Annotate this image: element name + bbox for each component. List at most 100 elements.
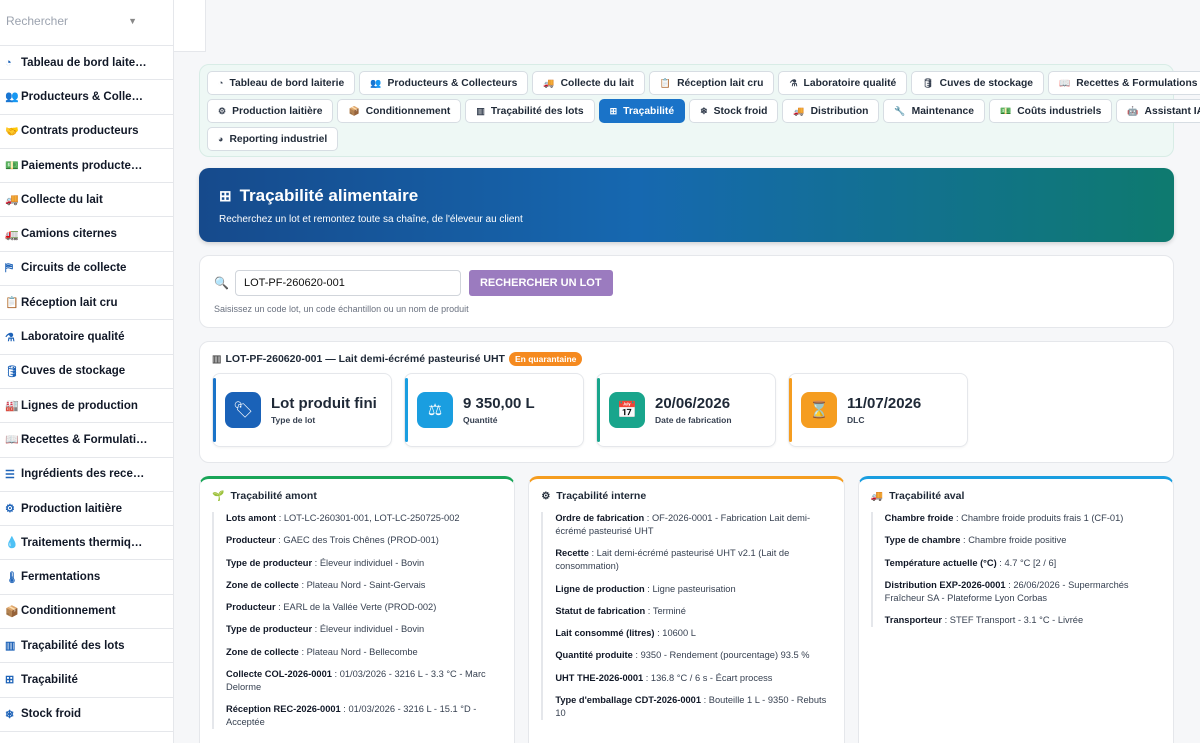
sidebar-item[interactable]: 📦 Conditionnement [0,595,173,630]
sidebar-item[interactable]: ▥ Traçabilité des lots [0,629,173,664]
trace-key: Type de producteur [226,557,313,568]
tab[interactable]: 🚚 Distribution [782,99,880,123]
tab-label: Traçabilité [623,105,675,117]
main-content: ◔ Tableau de bord laiterie 👥 Producteurs & … [199,64,1200,463]
tab[interactable]: ❄ Stock froid [689,99,779,123]
sidebar-item[interactable]: ◔ Tableau de bord laite… [0,46,173,81]
tab[interactable]: 👥 Producteurs & Collecteurs [359,71,529,95]
trace-key: Ordre de fabrication [555,513,645,523]
sidebar-item[interactable]: 🌡 Fermentations [0,560,173,595]
balance-icon: ⚖ [417,392,453,428]
sidebar-item[interactable]: 🛢 Cuves de stockage [0,355,173,389]
truck-tank-icon: 🚛 [5,228,19,241]
money-icon: 💵 [5,160,19,173]
kpi-label: Date de fabrication [655,414,732,425]
tab[interactable]: 🛢 Cuves de stockage [911,71,1044,95]
sidebar: Rechercher ▼ ◔ Tableau de bord laite… 👥 Pro… [0,0,174,743]
tab[interactable]: ◕ Reporting industriel [207,127,339,151]
tab[interactable]: 🤖 Assistant IA [1116,99,1200,123]
sidebar-search-select[interactable]: Rechercher ▼ [6,14,167,28]
status-badge: En quarantaine [508,352,583,366]
trace-key: Lait consommé (litres) [555,628,655,639]
trace-value: Chambre froide positive [968,535,1067,546]
tab[interactable]: 🚚 Collecte du lait [532,71,645,95]
sidebar-item[interactable]: 👥 Producteurs & Colle… [0,80,173,115]
truck-loading-icon: 🚚 [793,105,805,116]
trace-value: LOT-LC-260301-001, LOT-LC-250725-002 [283,513,460,523]
wrench-icon: 🔧 [894,105,906,116]
lot-kpis: 🏷 Lot produit fini Type de lot ⚖ 9 350,00 L Q… [212,373,1161,447]
trace-value: GAEC des Trois Chênes (PROD-001) [283,535,439,546]
sidebar-item[interactable]: ⛿ Circuits de collecte [0,252,173,287]
sidebar-item[interactable]: 📖 Recettes & Formulati… [0,423,173,458]
sidebar-item-label: Réception lait cru [21,296,118,309]
tab[interactable]: 📖 Recettes & Formulations [1047,71,1200,95]
cogs-icon: ⚙ [5,503,15,515]
tab-label: Réception lait cru [677,77,764,89]
tab-label: Distribution [810,105,869,117]
tab-label: Cuves de stockage [939,77,1033,89]
kpi-label: Quantité [463,414,498,425]
flask-icon: ⚗ [789,77,798,88]
tab[interactable]: ◔ Tableau de bord laiterie [207,71,356,95]
internal-title: Traçabilité interne [556,490,647,502]
kpi-label: Type de lot [271,414,316,425]
trace-key: Recette [555,548,589,559]
sidebar-item-label: Collecte du lait [21,193,103,206]
sidebar-item[interactable]: ⊞ Traçabilité [0,663,173,698]
sidebar-item-label: Tableau de bord laite… [21,56,147,69]
trace-row: Type de producteur : Éleveur individuel … [226,624,425,635]
tab[interactable]: ▥ Traçabilité des lots [465,99,595,123]
sidebar-item[interactable]: 💵 Paiements producte… [0,149,173,184]
tab[interactable]: 📋 Réception lait cru [648,71,775,95]
flask-icon: ⚗ [5,331,15,344]
sidebar-item[interactable]: 🚛 Camions citernes [0,217,173,252]
trace-row: Lots amont : LOT-LC-260301-001, LOT-LC-2… [226,513,460,523]
tab[interactable]: ⊞ Traçabilité [598,99,686,123]
tab[interactable]: 🔧 Maintenance [883,99,985,123]
sidebar-item[interactable]: 🚚 Collecte du lait [0,183,173,218]
tab[interactable]: 💵 Coûts industriels [989,99,1113,123]
truck-icon: 🚚 [543,77,555,88]
sidebar-item[interactable]: 🤝 Contrats producteurs [0,115,173,149]
trace-row: Type d'emballage CDT-2026-0001 : Bouteil… [555,695,827,719]
tab-label: Maintenance [911,105,974,117]
trace-value: Terminé [652,605,686,616]
sidebar-search[interactable]: Rechercher ▼ [0,0,173,46]
kpi-text: 20/06/2026 Date de fabrication [655,395,732,425]
sidebar-item[interactable]: ☰ Ingrédients des rece… [0,458,173,492]
sidebar-item[interactable]: ⚗ Laboratoire qualité [0,320,173,355]
sidebar-item[interactable]: 💧 Traitements thermiq… [0,526,173,561]
sidebar-menu: ◔ Tableau de bord laite… 👥 Producteurs & Co… [0,46,173,732]
kpi-label: DLC [847,414,865,425]
downstream-title-wrap: 🚚 Traçabilité aval [871,490,1161,502]
tab[interactable]: ⚙ Production laitière [207,99,334,123]
sitemap-icon: ⊞ [5,674,15,687]
robot-icon: 🤖 [1127,105,1139,116]
lot-search-input[interactable] [234,270,461,296]
sidebar-item[interactable]: ❄ Stock froid [0,698,173,732]
upstream-title-wrap: 🌱 Traçabilité amont [212,490,502,502]
tab[interactable]: 📦 Conditionnement [337,99,462,123]
kpi-card: ⚖ 9 350,00 L Quantité [404,373,584,447]
tab-row-1: ◔ Tableau de bord laiterie 👥 Producteurs & … [207,71,1200,95]
sidebar-item[interactable]: 📋 Réception lait cru [0,286,173,321]
tab[interactable]: ⚗ Laboratoire qualité [778,71,908,95]
trace-row: Température actuelle (°C) : 4.7 °C [2 / … [884,557,1057,568]
tab-label: Conditionnement [365,105,451,117]
trace-row: Producteur : EARL de la Vallée Verte (PR… [226,602,437,613]
trace-key: UHT THE-2026-0001 [555,672,644,683]
tab-label: Collecte du lait [560,77,634,89]
trace-row: Zone de collecte : Plateau Nord - Bellec… [226,646,418,657]
trace-key: Température actuelle (°C) [884,557,997,568]
sidebar-item[interactable]: ⚙ Production laitière [0,492,173,527]
gauge-icon: ◔ [218,78,224,88]
trace-row: Collecte COL-2026-0001 : 01/03/2026 - 32… [226,669,486,693]
sidebar-item[interactable]: 🏭 Lignes de production [0,389,173,424]
trace-value: Chambre froide produits frais 1 (CF-01) [961,513,1124,523]
tab-label: Assistant IA [1144,105,1200,117]
sidebar-item-label: Stock froid [21,708,82,721]
search-lot-button[interactable]: RECHERCHER UN LOT [468,270,613,296]
barcode-icon: ▥ [212,353,222,365]
trace-key: Lots amont [226,513,277,523]
